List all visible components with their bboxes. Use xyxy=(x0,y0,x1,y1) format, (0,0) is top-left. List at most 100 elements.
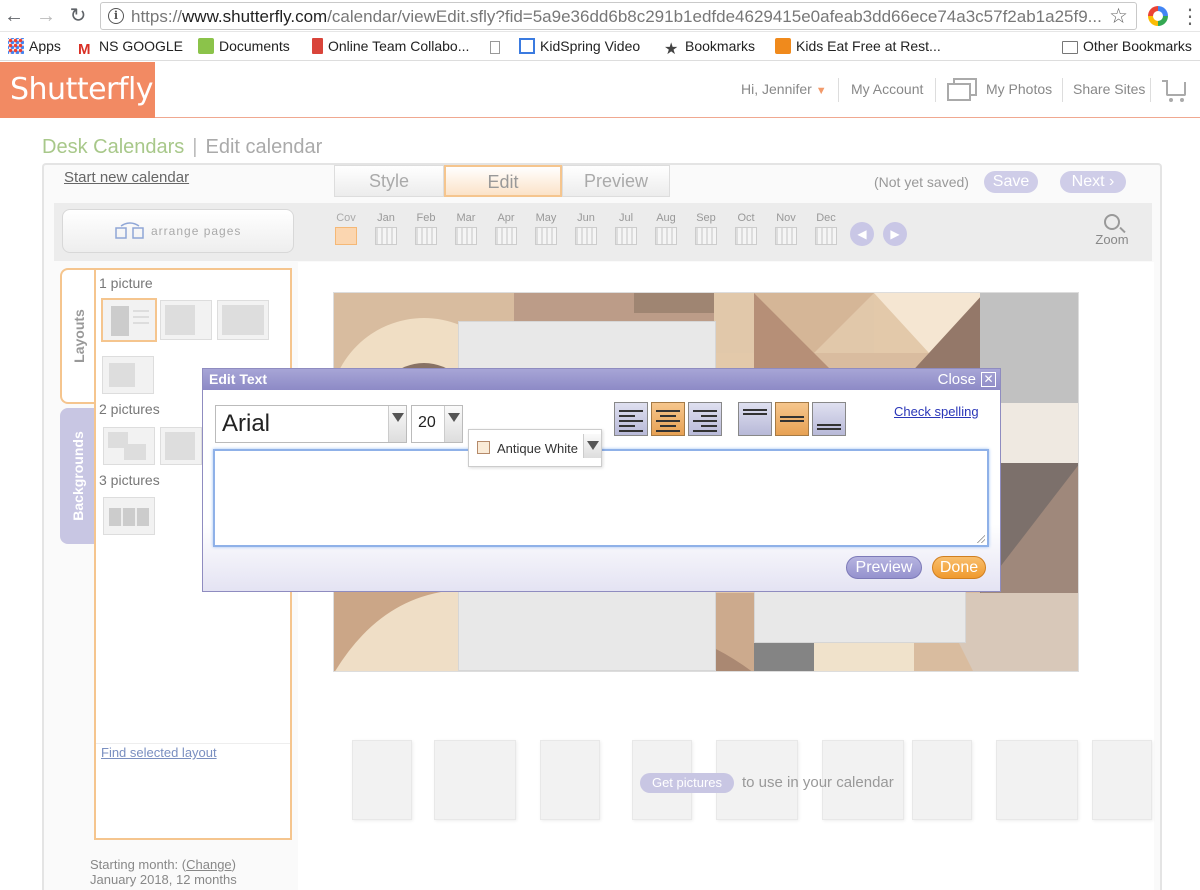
calendar-icon xyxy=(455,227,477,245)
color-swatch xyxy=(477,441,490,454)
calendar-icon xyxy=(775,227,797,245)
month-dec[interactable]: Dec xyxy=(811,212,841,245)
change-link[interactable]: Change xyxy=(186,857,232,872)
chevron-down-icon xyxy=(388,406,406,442)
site-header: Shutterfly Hi, Jennifer ▼ My Account My … xyxy=(0,62,1200,118)
align-center-button[interactable] xyxy=(651,402,685,436)
calendar-icon xyxy=(815,227,837,245)
tab-layouts[interactable]: Layouts xyxy=(60,268,96,404)
my-account-link[interactable]: My Account xyxy=(851,81,923,97)
layout-thumb[interactable] xyxy=(103,427,155,465)
month-feb[interactable]: Feb xyxy=(411,212,441,245)
month-aug[interactable]: Aug xyxy=(651,212,681,245)
month-apr[interactable]: Apr xyxy=(491,212,521,245)
back-icon[interactable]: ← xyxy=(2,4,26,28)
bookmark-kids-eat-free[interactable]: Kids Eat Free at Rest... xyxy=(775,38,941,54)
zoom-button[interactable]: Zoom xyxy=(1090,214,1134,247)
bookmark-documents[interactable]: Documents xyxy=(198,38,290,54)
shutterfly-logo[interactable]: Shutterfly xyxy=(0,62,155,118)
start-new-calendar-link[interactable]: Start new calendar xyxy=(64,169,189,186)
edit-text-dialog: Edit Text Close ✕ Arial 20 Check spellin… xyxy=(202,368,1001,592)
month-label: Feb xyxy=(416,212,436,224)
bookmark-bookmarks[interactable]: ★ Bookmarks xyxy=(664,38,755,58)
address-bar[interactable]: i https://www.shutterfly.com/calendar/vi… xyxy=(100,2,1137,30)
month-nov[interactable]: Nov xyxy=(771,212,801,245)
save-status: (Not yet saved) xyxy=(874,174,969,190)
info-icon[interactable]: i xyxy=(108,8,124,24)
valign-bottom-button[interactable] xyxy=(812,402,846,436)
forward-icon[interactable]: → xyxy=(34,4,58,28)
month-cov[interactable]: Cov xyxy=(331,212,361,245)
bookmark-kidspring[interactable]: KidSpring Video xyxy=(519,38,640,54)
month-may[interactable]: May xyxy=(531,212,561,245)
starting-month-info: Starting month: (Change) January 2018, 1… xyxy=(90,857,237,887)
month-jan[interactable]: Jan xyxy=(371,212,401,245)
close-icon[interactable]: ✕ xyxy=(981,372,996,387)
tab-edit[interactable]: Edit xyxy=(444,165,562,197)
layout-thumb[interactable] xyxy=(103,497,155,535)
save-button[interactable]: Save xyxy=(984,171,1038,193)
picture-placeholder xyxy=(352,740,412,820)
share-sites-link[interactable]: Share Sites xyxy=(1073,81,1145,97)
find-selected-layout-link[interactable]: Find selected layout xyxy=(101,745,217,760)
font-size-select[interactable]: 20 xyxy=(411,405,463,443)
layout-thumb[interactable] xyxy=(217,300,269,340)
font-family-select[interactable]: Arial xyxy=(215,405,407,443)
check-spelling-link[interactable]: Check spelling xyxy=(894,404,979,419)
photos-icon xyxy=(947,78,977,102)
arrange-pages-button[interactable]: arrange pages xyxy=(62,209,294,253)
layout-thumb[interactable] xyxy=(102,356,154,394)
done-button[interactable]: Done xyxy=(932,556,986,579)
calendar-icon xyxy=(535,227,557,245)
previous-month-button[interactable]: ◀ xyxy=(850,222,874,246)
close-button[interactable]: Close xyxy=(938,371,976,388)
my-photos-link[interactable]: My Photos xyxy=(986,81,1052,97)
month-mar[interactable]: Mar xyxy=(451,212,481,245)
valign-top-button[interactable] xyxy=(738,402,772,436)
calendar-icon xyxy=(695,227,717,245)
bookmark-online-team[interactable]: Online Team Collabo... xyxy=(312,38,469,54)
user-greeting[interactable]: Hi, Jennifer ▼ xyxy=(741,81,827,97)
tab-style[interactable]: Style xyxy=(334,165,444,197)
dialog-title-bar[interactable]: Edit Text Close ✕ xyxy=(203,369,1000,390)
layout-thumb[interactable] xyxy=(160,300,212,340)
valign-middle-button[interactable] xyxy=(775,402,809,436)
resize-grip-icon[interactable] xyxy=(977,535,985,543)
month-sep[interactable]: Sep xyxy=(691,212,721,245)
tab-preview[interactable]: Preview xyxy=(562,165,670,197)
divider xyxy=(1062,78,1063,102)
get-pictures-button[interactable]: Get pictures xyxy=(640,773,734,793)
apps-grid-icon xyxy=(8,38,24,54)
align-left-button[interactable] xyxy=(614,402,648,436)
bookmark-page[interactable] xyxy=(490,38,505,54)
chevron-down-icon xyxy=(583,434,601,458)
month-oct[interactable]: Oct xyxy=(731,212,761,245)
bookmark-star-icon[interactable]: ☆ xyxy=(1109,4,1128,29)
browser-menu-icon[interactable]: ⋮ xyxy=(1180,4,1200,29)
building-icon xyxy=(312,38,323,54)
month-label: Oct xyxy=(737,212,755,224)
layout-thumb-selected[interactable] xyxy=(101,298,157,342)
cart-icon[interactable] xyxy=(1162,78,1190,104)
star-icon: ★ xyxy=(664,41,679,58)
reload-icon[interactable]: ↻ xyxy=(66,4,90,28)
next-button[interactable]: Next › xyxy=(1060,171,1126,193)
breadcrumb-separator: | xyxy=(192,136,198,158)
month-jul[interactable]: Jul xyxy=(611,212,641,245)
font-color-select[interactable]: Antique White xyxy=(468,429,602,467)
layout-thumb[interactable] xyxy=(160,427,202,465)
preview-button[interactable]: Preview xyxy=(846,556,922,579)
breadcrumb: Desk Calendars | Edit calendar xyxy=(42,136,322,159)
bookmark-ns-google[interactable]: M NS GOOGLE xyxy=(78,38,183,58)
month-jun[interactable]: Jun xyxy=(571,212,601,245)
extension-icon[interactable] xyxy=(1148,6,1168,26)
bookmark-apps[interactable]: Apps xyxy=(8,38,61,54)
tab-backgrounds[interactable]: Backgrounds xyxy=(60,408,96,544)
align-right-button[interactable] xyxy=(688,402,722,436)
layout-group-label: 1 picture xyxy=(99,275,153,291)
other-bookmarks[interactable]: Other Bookmarks xyxy=(1062,38,1192,54)
chevron-right-icon: ▶ xyxy=(890,227,900,241)
next-month-button[interactable]: ▶ xyxy=(883,222,907,246)
breadcrumb-product[interactable]: Desk Calendars xyxy=(42,136,184,158)
month-label: Sep xyxy=(696,212,716,224)
